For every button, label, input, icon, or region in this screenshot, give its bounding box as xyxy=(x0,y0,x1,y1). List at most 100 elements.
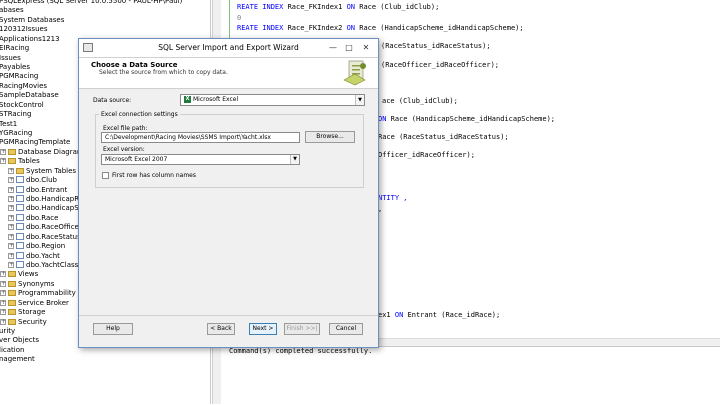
tree-item-label: Applications1213 xyxy=(0,34,60,43)
tree-item[interactable]: + Synonyms xyxy=(0,279,54,288)
tree-item[interactable]: + Security xyxy=(0,317,47,326)
tree-item[interactable]: System Databases xyxy=(0,15,64,24)
expand-icon[interactable]: + xyxy=(8,186,14,193)
tree-item-label: PSQLExpress (SQL Server 10.0.5500 - PAUL… xyxy=(0,0,183,5)
code-line: Race (RaceStatus_idRaceStatus); xyxy=(378,133,509,141)
table-icon xyxy=(16,223,24,230)
tree-item[interactable]: EIRacing xyxy=(0,43,29,52)
tree-item[interactable]: + Tables xyxy=(0,156,40,165)
expand-icon[interactable]: + xyxy=(8,252,14,259)
maximize-button[interactable]: □ xyxy=(342,42,356,53)
data-source-label: Data source: xyxy=(93,97,132,104)
tree-item-label: abases xyxy=(0,5,24,14)
tree-item[interactable]: urity xyxy=(0,326,15,335)
expand-icon[interactable]: + xyxy=(0,270,6,277)
help-button[interactable]: Help xyxy=(93,323,133,335)
tree-item-label: Views xyxy=(18,269,39,278)
expand-icon[interactable]: + xyxy=(8,261,14,268)
tree-item[interactable]: RacingMovies xyxy=(0,81,47,90)
tree-item[interactable]: + dbo.RaceOfficer xyxy=(8,222,82,231)
expand-icon[interactable]: + xyxy=(0,280,6,287)
expand-icon[interactable]: + xyxy=(0,299,6,306)
first-row-checkbox[interactable] xyxy=(102,172,109,179)
tree-item[interactable]: + Service Broker xyxy=(0,298,69,307)
tree-item-label: Test1 xyxy=(0,119,18,128)
tree-item[interactable]: + dbo.Region xyxy=(8,241,65,250)
expand-icon[interactable]: + xyxy=(8,204,14,211)
folder-icon xyxy=(16,167,24,174)
expand-icon[interactable]: + xyxy=(0,308,6,315)
tree-item-label: dbo.Race xyxy=(26,213,59,222)
tree-item[interactable]: lication xyxy=(0,345,24,354)
tree-item[interactable]: StockControl xyxy=(0,100,44,109)
tree-item[interactable]: + dbo.YachtClass xyxy=(8,260,78,269)
tree-item[interactable]: YGRacing xyxy=(0,128,32,137)
tree-item-label: PGMRacing xyxy=(0,71,39,80)
expand-icon[interactable]: + xyxy=(0,148,6,155)
tree-item-label: dbo.RaceStatus xyxy=(26,232,81,241)
excel-file-path-input[interactable]: C:\Development\Racing Movies\SSMS Import… xyxy=(101,132,300,143)
tree-item-label: Programmability xyxy=(18,288,76,297)
tree-item[interactable]: PGMRacingTemplate xyxy=(0,137,70,146)
tree-item[interactable]: Applications1213 xyxy=(0,34,60,43)
tree-item-label: dbo.Club xyxy=(26,175,57,184)
tree-item-label: System Databases xyxy=(0,15,65,24)
table-icon xyxy=(16,233,24,240)
tree-item[interactable]: Payables xyxy=(0,62,30,71)
tree-item[interactable]: 120312Issues xyxy=(0,24,47,33)
tree-item-label: Tables xyxy=(18,156,40,165)
close-button[interactable]: ✕ xyxy=(359,42,373,53)
tree-item-label: Synonyms xyxy=(18,279,55,288)
tree-item[interactable]: PGMRacing xyxy=(0,71,38,80)
tree-item[interactable]: + dbo.Yacht xyxy=(8,251,60,260)
expand-icon[interactable]: + xyxy=(8,167,14,174)
tree-item[interactable]: + System Tables xyxy=(8,166,76,175)
excel-version-select[interactable]: Microsoft Excel 2007 ▼ xyxy=(101,154,300,165)
tree-item[interactable]: STRacing xyxy=(0,109,31,118)
code-line: ex1 ON Entrant (Race_idRace); xyxy=(378,311,501,319)
tree-item[interactable]: Test1 xyxy=(0,119,17,128)
chevron-down-icon: ▼ xyxy=(355,95,364,105)
tree-item[interactable]: + Programmability xyxy=(0,288,76,297)
tree-item[interactable]: abases xyxy=(0,5,24,14)
tree-item[interactable]: + dbo.RaceStatus xyxy=(8,232,81,241)
cancel-button[interactable]: Cancel xyxy=(329,323,363,335)
tree-item-label: dbo.Yacht xyxy=(26,251,60,260)
back-button[interactable]: < Back xyxy=(207,323,235,335)
tree-item-label: Issues xyxy=(0,53,21,62)
code-line: (RaceOfficer_idRaceOfficer); xyxy=(381,61,500,69)
expand-icon[interactable]: + xyxy=(8,223,14,230)
minimize-button[interactable]: — xyxy=(326,42,340,53)
next-button[interactable]: Next > xyxy=(249,323,277,335)
tree-item[interactable]: + dbo.Club xyxy=(8,175,57,184)
tree-item[interactable]: + dbo.Entrant xyxy=(8,185,67,194)
expand-icon[interactable]: + xyxy=(8,214,14,221)
expand-icon[interactable]: + xyxy=(0,157,6,164)
tree-item[interactable]: + Database Diagrams xyxy=(0,147,87,156)
tree-item[interactable]: nagement xyxy=(0,354,35,363)
finish-button[interactable]: Finish >>| xyxy=(284,323,320,335)
expand-icon[interactable]: + xyxy=(0,318,6,325)
folder-icon xyxy=(8,318,16,325)
expand-icon[interactable]: + xyxy=(8,195,14,202)
code-line: Officer_idRaceOfficer); xyxy=(378,151,475,159)
excel-version-label: Excel version: xyxy=(103,146,145,153)
data-source-select[interactable]: X Microsoft Excel ▼ xyxy=(180,94,365,106)
tree-item[interactable]: PSQLExpress (SQL Server 10.0.5500 - PAUL… xyxy=(0,0,182,5)
expand-icon[interactable]: + xyxy=(0,289,6,296)
tree-item-label: Payables xyxy=(0,62,30,71)
expand-icon[interactable]: + xyxy=(8,176,14,183)
browse-button[interactable]: Browse... xyxy=(305,131,355,143)
tree-item[interactable]: SampleDatabase xyxy=(0,90,59,99)
tree-item[interactable]: + Views xyxy=(0,269,38,278)
tree-item-label: System Tables xyxy=(26,166,77,175)
tree-item[interactable]: + dbo.Race xyxy=(8,213,58,222)
tree-item[interactable]: + Storage xyxy=(0,307,45,316)
expand-icon[interactable]: + xyxy=(8,233,14,240)
expand-icon[interactable]: + xyxy=(8,242,14,249)
dialog-titlebar[interactable]: SQL Server Import and Export Wizard — □ … xyxy=(79,39,378,58)
tree-item[interactable]: Issues xyxy=(0,53,21,62)
tree-item-label: PGMRacingTemplate xyxy=(0,137,71,146)
tree-item[interactable]: ver Objects xyxy=(0,335,39,344)
messages-pane: Command(s) completed successfully. xyxy=(221,346,720,405)
